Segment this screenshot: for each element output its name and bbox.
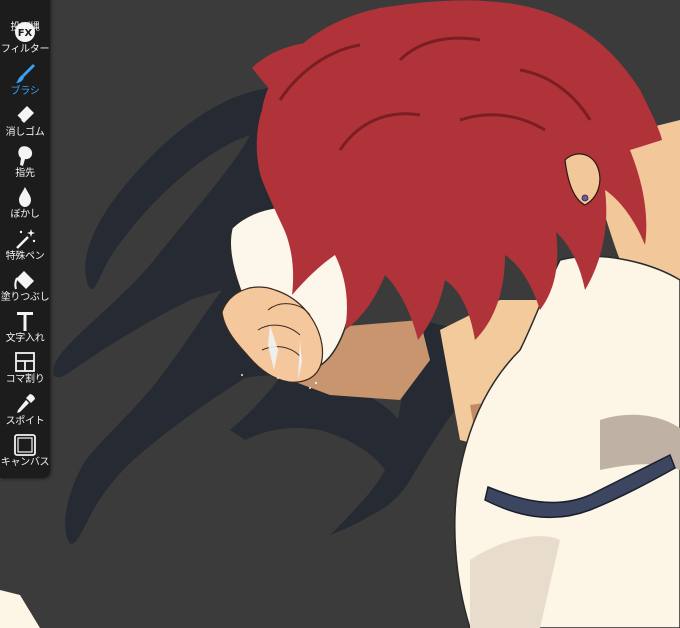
drawing-canvas[interactable] [0,0,680,628]
tool-label: コマ割り [5,374,45,385]
tool-bar: 投げ縄 FX フィルター ブラシ 消しゴム [0,0,50,478]
tool-label: 特殊ペン [5,251,45,262]
canvas-icon [12,433,38,457]
tool-text[interactable]: 文字入れ [0,305,50,345]
tool-special-pen[interactable]: 特殊ペン [0,223,50,263]
eyedropper-icon [12,392,38,416]
tool-filter[interactable]: FX フィルター [0,16,50,56]
tool-eraser[interactable]: 消しゴム [0,99,50,139]
brush-icon [12,62,38,86]
tool-panel-divide[interactable]: コマ割り [0,346,50,386]
text-icon [12,309,38,333]
tool-label: スポイト [5,416,45,427]
tool-label: ぼかし [10,209,40,220]
tool-label: 消しゴム [5,127,45,138]
special-pen-icon [12,227,38,251]
tool-canvas[interactable]: キャンバス [0,429,50,469]
smudge-finger-icon [12,144,38,168]
svg-text:FX: FX [18,28,33,39]
tool-fill[interactable]: 塗りつぶし [0,264,50,304]
tool-label: キャンバス [0,457,50,468]
tool-label: 塗りつぶし [0,292,50,303]
panel-divide-icon [12,350,38,374]
tool-eyedropper[interactable]: スポイト [0,388,50,428]
tool-label: 文字入れ [5,333,45,344]
tool-label: ブラシ [10,86,40,97]
fill-bucket-icon [12,268,38,292]
tool-brush[interactable]: ブラシ [0,58,50,98]
fx-filter-icon: FX [12,20,38,44]
tool-label: 指先 [15,168,35,179]
artwork-illustration [0,0,680,628]
eraser-icon [12,103,38,127]
tool-blur[interactable]: ぼかし [0,181,50,221]
tool-label: フィルター [0,44,50,55]
blur-drop-icon [12,185,38,209]
tool-smudge[interactable]: 指先 [0,140,50,180]
